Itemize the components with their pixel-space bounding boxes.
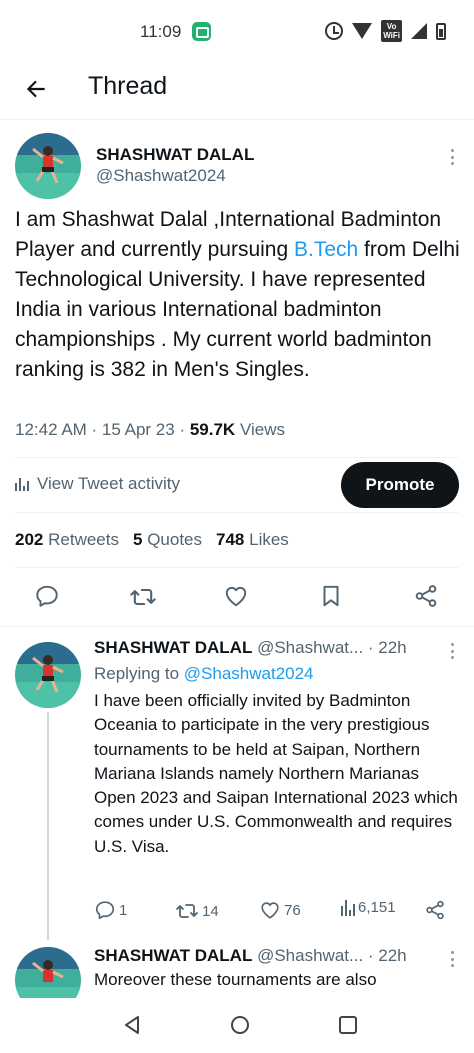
- analytics-icon: [15, 477, 29, 491]
- tweet-author-name[interactable]: SHASHWAT DALAL: [96, 145, 254, 165]
- thread-header: Thread: [0, 62, 474, 120]
- avatar[interactable]: [15, 642, 81, 708]
- retweets-count[interactable]: 202: [15, 530, 43, 549]
- share-icon: [426, 900, 444, 920]
- back-button[interactable]: [20, 73, 52, 105]
- reply-share-button[interactable]: [424, 899, 446, 921]
- avatar-image: [15, 642, 81, 708]
- status-icons: Vo WiFi: [325, 20, 446, 42]
- reply-author-line: SHASHWAT DALAL @Shashwat... · 22h: [94, 946, 407, 966]
- thread-connector: [47, 712, 49, 940]
- circle-home-icon: [231, 1016, 249, 1034]
- views-count: 59.7K: [189, 420, 236, 439]
- divider: [15, 567, 459, 568]
- likes-count[interactable]: 748: [216, 530, 244, 549]
- tweet-meta: 12:42 AM · 15 Apr 23 · 59.7K Views: [15, 420, 285, 440]
- reply-author-name[interactable]: SHASHWAT DALAL: [94, 946, 252, 965]
- vowifi-icon: Vo WiFi: [381, 20, 402, 42]
- reply-text: I have been officially invited by Badmin…: [94, 691, 458, 856]
- quotes-count[interactable]: 5: [133, 530, 142, 549]
- reply-text: Moreover these tournaments are also: [94, 970, 377, 989]
- system-nav-bar: [0, 998, 474, 1053]
- vowifi-line2: WiFi: [383, 31, 400, 40]
- tweet-text: I am Shashwat Dalal ,International Badmi…: [15, 205, 465, 385]
- retweet-count: 14: [202, 902, 219, 920]
- nav-back-button[interactable]: [121, 1014, 143, 1041]
- likes-label[interactable]: Likes: [249, 530, 289, 549]
- share-button[interactable]: [413, 583, 441, 611]
- retweet-icon: [176, 904, 198, 918]
- more-vertical-icon[interactable]: [444, 948, 460, 970]
- reply-retweet-button[interactable]: 14: [175, 899, 219, 923]
- alarm-icon: [325, 22, 344, 40]
- reply-views-button[interactable]: 6,151: [341, 899, 396, 916]
- reply-button[interactable]: [34, 583, 62, 611]
- vowifi-line1: Vo: [386, 22, 397, 31]
- promote-button[interactable]: Promote: [341, 462, 459, 508]
- reply-handle-time: @Shashwat... · 22h: [257, 638, 407, 657]
- square-recents-icon: [339, 1016, 357, 1034]
- triangle-back-icon: [125, 1016, 139, 1034]
- tweet-author-handle[interactable]: @Shashwat2024: [96, 166, 226, 186]
- nav-recents-button[interactable]: [337, 1014, 359, 1041]
- replying-to: Replying to @Shashwat2024: [94, 664, 314, 684]
- like-button[interactable]: [223, 583, 251, 611]
- view-activity-label: View Tweet activity: [37, 474, 180, 493]
- reply-author-line: SHASHWAT DALAL @Shashwat... · 22h: [94, 638, 407, 658]
- reply-author-name[interactable]: SHASHWAT DALAL: [94, 638, 252, 657]
- heart-icon: [261, 902, 279, 919]
- quotes-label[interactable]: Quotes: [147, 530, 202, 549]
- page-title: Thread: [88, 72, 168, 100]
- signal-icon: [411, 23, 427, 39]
- wifi-icon: [352, 23, 373, 39]
- reply-count: 1: [119, 901, 128, 919]
- like-count: 76: [284, 901, 301, 919]
- replying-prefix: Replying to: [94, 664, 184, 683]
- replying-to-handle[interactable]: @Shashwat2024: [184, 664, 314, 683]
- divider: [0, 626, 474, 627]
- divider: [15, 512, 459, 513]
- engagement-counts: 202 Retweets 5 Quotes 748 Likes: [15, 530, 289, 550]
- avatar[interactable]: [15, 133, 81, 199]
- analytics-icon: [341, 899, 355, 916]
- bookmark-button[interactable]: [318, 583, 346, 611]
- bookmark-icon: [323, 585, 339, 607]
- nav-home-button[interactable]: [229, 1014, 251, 1041]
- retweet-icon: [130, 588, 156, 606]
- divider: [15, 457, 459, 458]
- view-activity-link[interactable]: View Tweet activity: [15, 474, 180, 494]
- retweet-button[interactable]: [129, 583, 157, 611]
- more-vertical-icon[interactable]: [444, 640, 460, 662]
- share-icon: [415, 585, 437, 607]
- reply-handle-time: @Shashwat... · 22h: [257, 946, 407, 965]
- heart-icon: [225, 586, 247, 607]
- reply-like-button[interactable]: 76: [259, 899, 301, 921]
- battery-icon: [436, 22, 446, 40]
- status-bar: 11:09 Vo WiFi: [0, 0, 474, 62]
- reply-reply-button[interactable]: 1: [94, 899, 127, 921]
- avatar-image: [15, 133, 81, 199]
- comment-icon: [36, 585, 58, 607]
- more-vertical-icon[interactable]: [444, 146, 460, 168]
- views-label: Views: [239, 420, 285, 439]
- tweet-timestamp: 12:42 AM · 15 Apr 23 ·: [15, 420, 190, 439]
- status-time: 11:09: [140, 22, 182, 41]
- retweets-label[interactable]: Retweets: [48, 530, 119, 549]
- comment-icon: [95, 901, 115, 920]
- arrow-left-icon: [26, 80, 45, 98]
- notification-app-icon: [192, 22, 211, 41]
- view-count: 6,151: [358, 899, 396, 916]
- tweet-link[interactable]: B.Tech: [294, 238, 358, 261]
